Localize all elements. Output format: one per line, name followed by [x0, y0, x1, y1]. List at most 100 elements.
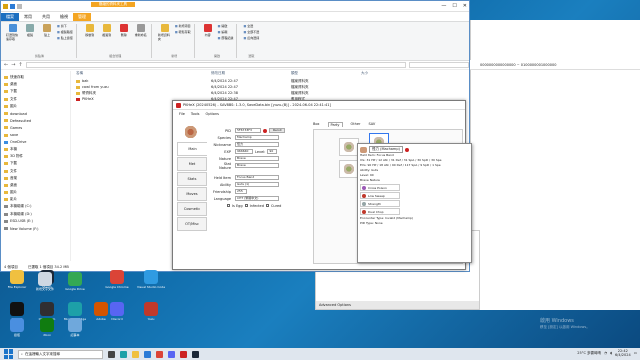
- cut-button[interactable]: 剪下: [57, 24, 73, 28]
- file-explorer-icon[interactable]: [132, 350, 139, 358]
- paste-button[interactable]: 貼上: [40, 24, 54, 37]
- column-date[interactable]: 修改日期: [211, 71, 291, 76]
- taskbar-search[interactable]: ⌕ 在這裡輸入文字來搜尋: [18, 349, 103, 359]
- box-tab-box[interactable]: Box: [313, 122, 320, 127]
- open-button[interactable]: 開啟: [218, 24, 234, 28]
- nav-item[interactable]: Games: [4, 124, 67, 131]
- nav-item[interactable]: 圖片: [4, 189, 67, 196]
- box-tab-party[interactable]: Party: [327, 122, 343, 127]
- copy-path-button[interactable]: 複製路徑: [57, 30, 73, 34]
- column-size[interactable]: 大小: [361, 71, 368, 76]
- rename-button[interactable]: 重新命名: [134, 24, 148, 37]
- clock[interactable]: 22:42 6/4/2024: [615, 349, 631, 357]
- delete-button[interactable]: 刪除: [117, 24, 131, 37]
- desktop-icon[interactable]: Visual Studio Code: [136, 270, 166, 289]
- nav-item[interactable]: 下載: [4, 160, 67, 167]
- desktop-icon[interactable]: Yuzu: [136, 302, 166, 321]
- desktop-icon[interactable]: 記事本: [60, 318, 90, 337]
- history-button[interactable]: 歷程記錄: [218, 36, 233, 40]
- tab-main[interactable]: Main: [177, 142, 207, 156]
- nav-item[interactable]: New Volume (F:): [4, 225, 67, 232]
- tab-moves[interactable]: Moves: [177, 187, 207, 201]
- nature-select[interactable]: Brave: [235, 156, 279, 161]
- is-egg-checkbox[interactable]: [227, 204, 230, 207]
- nav-item[interactable]: 下載: [4, 88, 67, 95]
- network-icon[interactable]: ◔: [604, 351, 607, 355]
- task-view-icon[interactable]: [108, 350, 115, 358]
- weather-widget[interactable]: 25°C 多雲時晴: [577, 351, 601, 356]
- ability-select[interactable]: Guts (1): [235, 182, 279, 187]
- infected-checkbox[interactable]: [244, 204, 248, 207]
- stat-nature-select[interactable]: Brave: [235, 163, 279, 168]
- tab-manage[interactable]: 管理: [73, 13, 91, 21]
- menu-item-file[interactable]: File: [179, 112, 185, 116]
- discord-icon[interactable]: [168, 350, 175, 358]
- nav-item[interactable]: 桌面: [4, 182, 67, 189]
- store-icon[interactable]: [144, 350, 151, 358]
- tab-otmisc[interactable]: OT/Misc: [177, 217, 207, 231]
- pin-button[interactable]: 釘選到快速存取: [6, 24, 20, 41]
- start-button[interactable]: [4, 349, 14, 359]
- tab-met[interactable]: Met: [177, 157, 207, 171]
- nickname-field[interactable]: 怪力: [235, 142, 279, 147]
- desktop-icon[interactable]: Google Drive: [60, 272, 90, 291]
- properties-button[interactable]: 內容: [201, 24, 215, 37]
- select-all-button[interactable]: 全選: [243, 24, 259, 28]
- explorer-titlebar[interactable]: [1, 1, 469, 12]
- desktop-icon[interactable]: Google Chrome: [102, 270, 132, 289]
- party-slot[interactable]: [339, 138, 359, 156]
- pkhex-titlebar[interactable]: PKHeX (20240526) - SAV8BS: 1.3.0, SaveDa…: [173, 101, 465, 110]
- column-name[interactable]: 名稱: [76, 71, 211, 76]
- tab-cosmetic[interactable]: Cosmetic: [177, 202, 207, 216]
- exp-field[interactable]: 966640: [235, 149, 253, 154]
- species-select[interactable]: Machamp: [235, 135, 279, 140]
- tab-share[interactable]: 共用: [37, 13, 55, 21]
- nav-item[interactable]: 快速存取: [4, 74, 67, 81]
- address-bar[interactable]: [25, 62, 406, 68]
- volume-icon[interactable]: ◖: [610, 351, 612, 355]
- copy-button[interactable]: 複製: [23, 24, 37, 37]
- nav-item[interactable]: 影片: [4, 196, 67, 203]
- nav-item[interactable]: 桌面: [4, 81, 67, 88]
- easy-access-button[interactable]: 輕鬆存取: [175, 30, 191, 34]
- reroll-button[interactable]: Reroll: [269, 128, 286, 133]
- nav-item[interactable]: 文件: [4, 96, 67, 103]
- tab-stats[interactable]: Stats: [177, 172, 207, 186]
- maximize-icon[interactable]: ☐: [452, 3, 456, 9]
- forward-icon[interactable]: →: [11, 62, 15, 68]
- edge-icon[interactable]: [120, 350, 127, 358]
- desktop-icon[interactable]: 新增文字文件: [30, 272, 60, 291]
- notification-icon[interactable]: ▭: [634, 351, 637, 355]
- undo-icon[interactable]: [17, 3, 22, 9]
- pid-field[interactable]: 5F6733F3: [235, 128, 261, 133]
- chrome-icon[interactable]: [156, 350, 163, 358]
- pkhex-taskbar-icon[interactable]: [180, 350, 187, 358]
- box-tab-other[interactable]: Other: [351, 122, 361, 127]
- tab-view[interactable]: 檢視: [55, 13, 73, 21]
- language-select[interactable]: CHT (繁體中文): [235, 196, 279, 201]
- friendship-field[interactable]: 255: [235, 189, 247, 194]
- nav-item[interactable]: 本機磁碟 (C:): [4, 203, 67, 210]
- nav-item[interactable]: 3D 物件: [4, 153, 67, 160]
- party-slot[interactable]: [339, 160, 359, 178]
- desktop-icon[interactable]: Xbox: [32, 318, 62, 337]
- select-none-button[interactable]: 全部不選: [243, 30, 259, 34]
- advanced-options-label[interactable]: Advanced Options: [316, 301, 479, 309]
- nav-item[interactable]: 文件: [4, 167, 67, 174]
- close-icon[interactable]: ✕: [463, 3, 467, 9]
- nav-item[interactable]: save: [4, 132, 67, 139]
- nav-item[interactable]: 本機: [4, 146, 67, 153]
- nav-item[interactable]: Defeasulted: [4, 117, 67, 124]
- tab-home[interactable]: 常用: [19, 13, 37, 21]
- new-item-button[interactable]: 新增項目: [175, 24, 191, 28]
- invert-selection-button[interactable]: 反向選擇: [243, 36, 259, 40]
- new-folder-button[interactable]: 新增資料夾: [158, 24, 172, 41]
- box-tab-sav[interactable]: SAV: [368, 122, 375, 127]
- move-to-button[interactable]: 移動到: [83, 24, 97, 37]
- nav-item[interactable]: download: [4, 110, 67, 117]
- held-item-select[interactable]: Focus Band: [235, 175, 279, 180]
- steam-icon[interactable]: [192, 350, 199, 358]
- level-field[interactable]: 90: [267, 149, 278, 154]
- gender-icon[interactable]: [263, 128, 267, 133]
- paste-shortcut-button[interactable]: 貼上捷徑: [57, 36, 73, 40]
